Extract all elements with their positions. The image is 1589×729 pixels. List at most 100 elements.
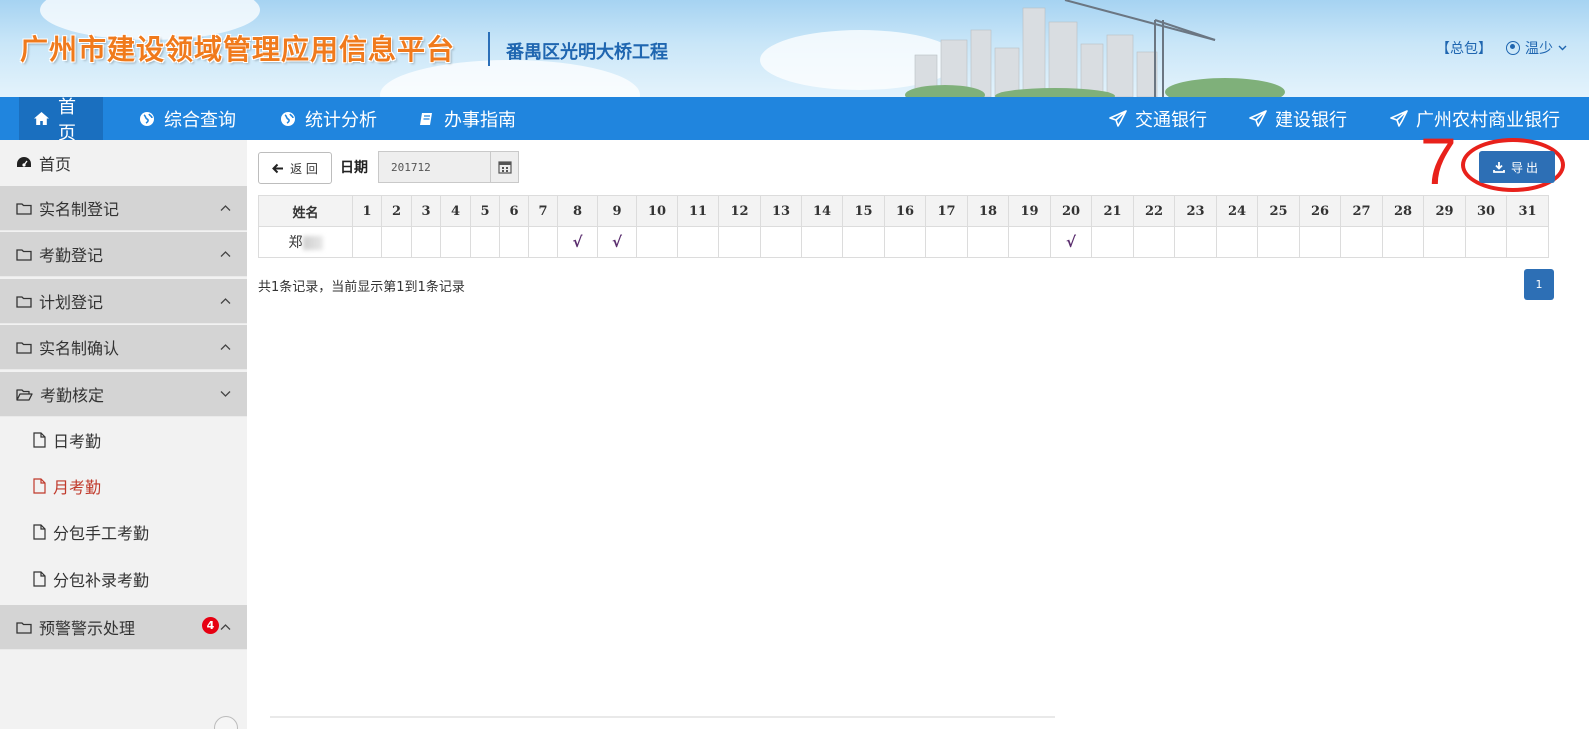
sidebar-group-attendance-verify[interactable]: 考勤核定 (0, 372, 247, 417)
day-cell (470, 226, 500, 258)
column-header-day: 23 (1174, 195, 1217, 227)
folder-icon (16, 248, 32, 261)
table-header-row: 姓名 1 2 3 4 5 6 7 8 9 10 11 12 13 14 15 16 17 18 19 20 21 22 23… (258, 195, 1549, 227)
folder-icon (16, 202, 32, 215)
day-cell (925, 226, 968, 258)
back-button[interactable]: 返 回 (258, 152, 332, 184)
header-banner: 广州市建设领域管理应用信息平台 番禺区光明大桥工程 【总包】 温少 (0, 0, 1589, 97)
folder-icon (16, 621, 32, 634)
sidebar-item-label: 计划登记 (39, 293, 104, 312)
sidebar-group-plan-register[interactable]: 计划登记 (0, 279, 247, 324)
nav-statistics-label: 统计分析 (305, 109, 377, 131)
nav-guide[interactable]: 办事指南 (404, 97, 530, 140)
nav-comprehensive-query[interactable]: 综合查询 (124, 97, 250, 140)
present-check-icon: √ (1065, 233, 1076, 251)
chevron-up-icon (220, 624, 231, 630)
sidebar-item-home[interactable]: 首页 (0, 140, 247, 185)
date-input[interactable]: 201712 (378, 151, 490, 183)
project-name: 番禺区光明大桥工程 (506, 42, 668, 63)
present-check-icon: √ (611, 233, 622, 251)
platform-title: 广州市建设领域管理应用信息平台 (20, 33, 456, 66)
column-header-day: 10 (636, 195, 678, 227)
pagination-page-button[interactable]: 1 (1524, 269, 1554, 300)
day-cell (718, 226, 761, 258)
nav-bank-label: 交通银行 (1135, 109, 1207, 131)
day-cell (1340, 226, 1383, 258)
role-tag[interactable]: 【总包】 (1436, 38, 1492, 58)
column-header-day: 26 (1299, 195, 1341, 227)
day-cell (1423, 226, 1466, 258)
notification-badge: 4 (202, 617, 219, 634)
present-check-icon: √ (572, 233, 583, 251)
day-cell (967, 226, 1009, 258)
day-cell (1216, 226, 1258, 258)
chevron-down-icon (220, 391, 231, 397)
table-row: 郑 √ √ √ (258, 226, 1549, 258)
nav-home[interactable]: 首页 (19, 97, 103, 144)
nav-bank-label: 建设银行 (1275, 109, 1347, 131)
globe-icon (138, 110, 156, 128)
sidebar-group-warnings[interactable]: 预警警示处理 4 (0, 605, 247, 650)
title-divider (488, 32, 490, 66)
file-icon (33, 571, 46, 587)
folder-open-icon (16, 388, 33, 401)
day-cell (1133, 226, 1175, 258)
user-area: 【总包】 温少 (1436, 38, 1567, 58)
column-header-day: 3 (411, 195, 441, 227)
day-cell (1174, 226, 1217, 258)
file-icon (33, 478, 46, 494)
column-header-day: 29 (1423, 195, 1466, 227)
calendar-button[interactable] (490, 151, 519, 183)
user-menu[interactable]: 温少 (1506, 38, 1567, 58)
day-cell (440, 226, 471, 258)
sidebar-item-label: 实名制登记 (39, 200, 120, 219)
paper-plane-icon (1249, 109, 1267, 128)
sidebar-item-label: 实名制确认 (39, 339, 120, 358)
worker-name-cell: 郑 (258, 226, 353, 258)
column-header-day: 17 (925, 195, 968, 227)
sidebar-group-realname-confirm[interactable]: 实名制确认 (0, 325, 247, 370)
sidebar-item-subcontract-manual[interactable]: 分包手工考勤 (0, 509, 247, 555)
book-icon (418, 110, 436, 128)
nav-home-label: 首页 (58, 96, 76, 144)
user-circle-icon (1506, 41, 1520, 55)
sidebar-item-label: 考勤登记 (39, 246, 104, 265)
day-cell (1382, 226, 1424, 258)
column-header-name: 姓名 (258, 195, 353, 227)
column-header-day: 4 (440, 195, 471, 227)
day-cell: √ (557, 226, 598, 258)
folder-icon (16, 295, 32, 308)
export-button-label: 导出 (1510, 160, 1541, 175)
sidebar-item-label: 日考勤 (53, 432, 102, 451)
sidebar-item-daily-attendance[interactable]: 日考勤 (0, 417, 247, 463)
file-icon (33, 524, 46, 540)
sidebar-item-subcontract-supplement[interactable]: 分包补录考勤 (0, 556, 247, 602)
sidebar-item-label: 分包补录考勤 (53, 571, 150, 590)
column-header-day: 9 (597, 195, 637, 227)
sidebar-group-attendance-register[interactable]: 考勤登记 (0, 232, 247, 277)
sidebar-item-monthly-attendance[interactable]: 月考勤 (0, 463, 247, 509)
day-cell: √ (1050, 226, 1092, 258)
chevron-up-icon (220, 205, 231, 211)
nav-statistics[interactable]: 统计分析 (265, 97, 391, 140)
column-header-day: 22 (1133, 195, 1175, 227)
column-header-day: 20 (1050, 195, 1092, 227)
column-header-day: 15 (842, 195, 885, 227)
column-header-day: 24 (1216, 195, 1258, 227)
day-cell (499, 226, 529, 258)
back-button-label: 返 回 (290, 161, 318, 176)
day-cell (1465, 226, 1507, 258)
column-header-day: 27 (1340, 195, 1383, 227)
nav-bank-grcb[interactable]: 广州农村商业银行 (1376, 97, 1574, 140)
export-button[interactable]: 导出 (1479, 151, 1555, 183)
column-header-day: 25 (1257, 195, 1300, 227)
paper-plane-icon (1390, 109, 1408, 128)
sidebar-group-realname-register[interactable]: 实名制登记 (0, 186, 247, 231)
nav-bank-ccb[interactable]: 建设银行 (1235, 97, 1361, 140)
chevron-up-icon (220, 344, 231, 350)
paper-plane-icon (1109, 109, 1127, 128)
day-cell (760, 226, 802, 258)
nav-bank-bocom[interactable]: 交通银行 (1095, 97, 1221, 140)
sidebar-item-label: 考勤核定 (40, 386, 105, 405)
calendar-icon (497, 161, 512, 174)
